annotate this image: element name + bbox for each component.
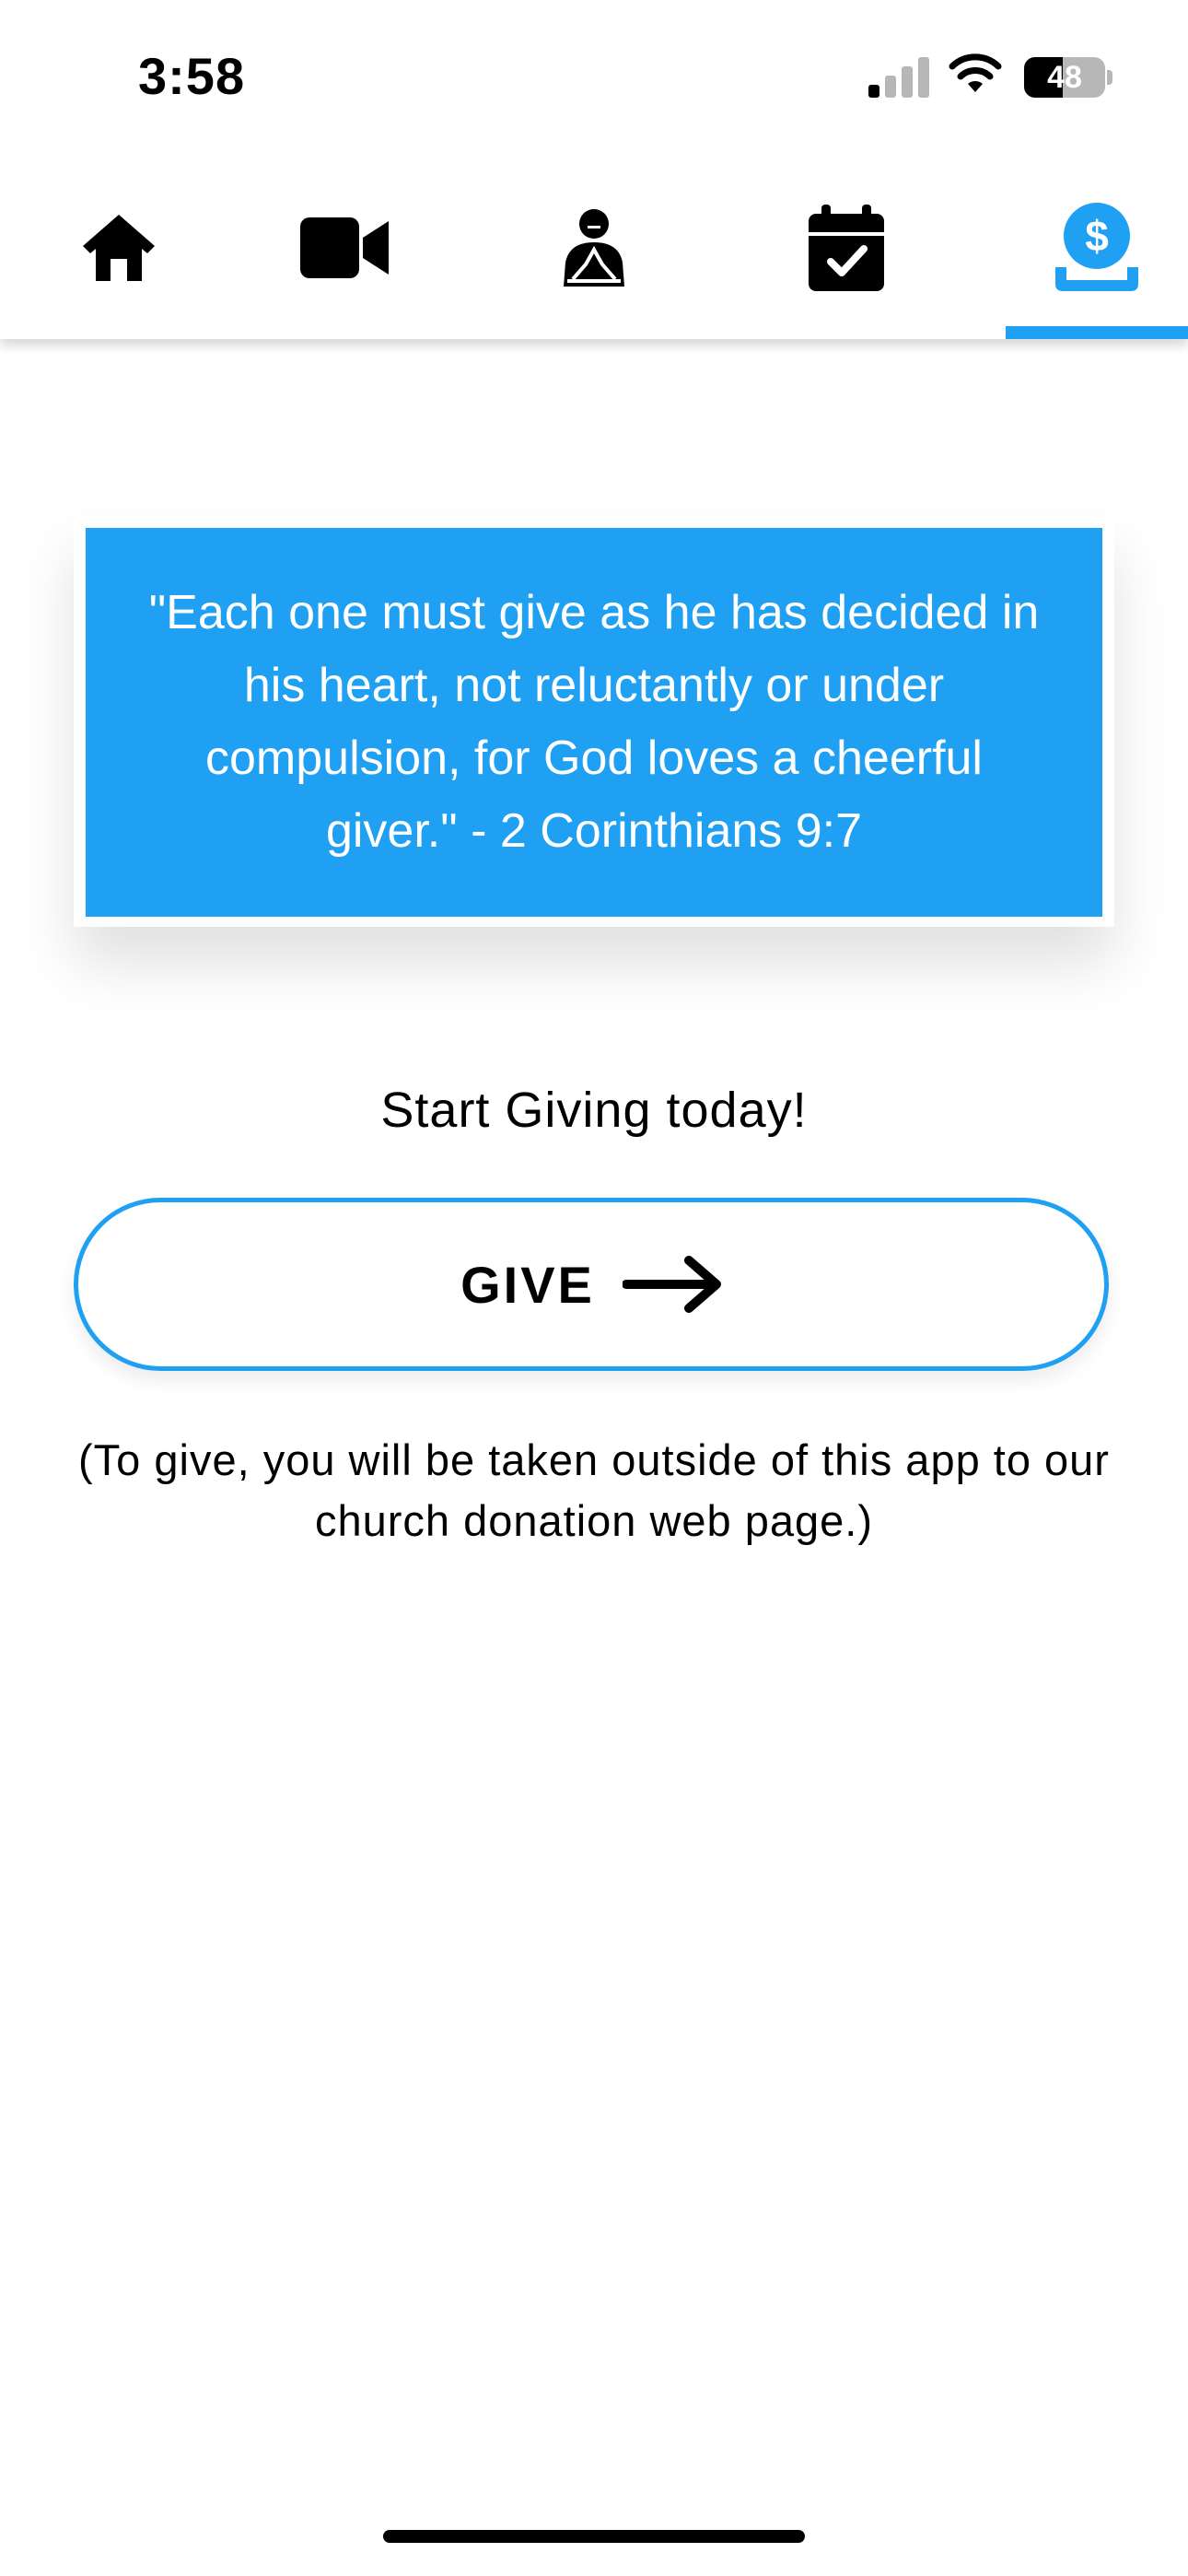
tab-active-indicator: [1006, 326, 1188, 339]
give-button-label: GIVE: [460, 1255, 595, 1314]
cta-title: Start Giving today!: [380, 1083, 808, 1138]
tab-events[interactable]: [728, 157, 965, 339]
praying-person-icon: [564, 209, 624, 287]
video-camera-icon: [300, 217, 389, 278]
tab-bar: $: [0, 157, 1188, 339]
tab-home[interactable]: [0, 157, 238, 339]
status-bar: 3:58 48: [0, 0, 1188, 157]
quote-card: "Each one must give as he has decided in…: [74, 516, 1114, 927]
quote-banner: "Each one must give as he has decided in…: [86, 528, 1102, 917]
give-disclaimer: (To give, you will be taken outside of t…: [78, 1435, 1110, 1545]
tab-prayer[interactable]: [475, 157, 713, 339]
wifi-icon: [949, 53, 1002, 92]
tab-give[interactable]: $: [978, 157, 1188, 339]
calendar-check-icon: [809, 205, 884, 291]
cellular-signal-icon: [868, 57, 929, 98]
home-icon: [83, 215, 155, 281]
home-indicator[interactable]: [383, 2530, 805, 2543]
hand-dollar-icon: $: [1055, 203, 1138, 291]
battery-level: 48: [1047, 60, 1082, 95]
tab-video[interactable]: [226, 157, 463, 339]
status-time: 3:58: [138, 47, 246, 105]
quote-text: "Each one must give as he has decided in…: [148, 586, 1040, 858]
arrow-right-icon: [622, 1256, 721, 1313]
battery-icon: 48: [1024, 57, 1112, 98]
svg-text:$: $: [1085, 212, 1109, 260]
give-button[interactable]: GIVE: [74, 1198, 1109, 1371]
